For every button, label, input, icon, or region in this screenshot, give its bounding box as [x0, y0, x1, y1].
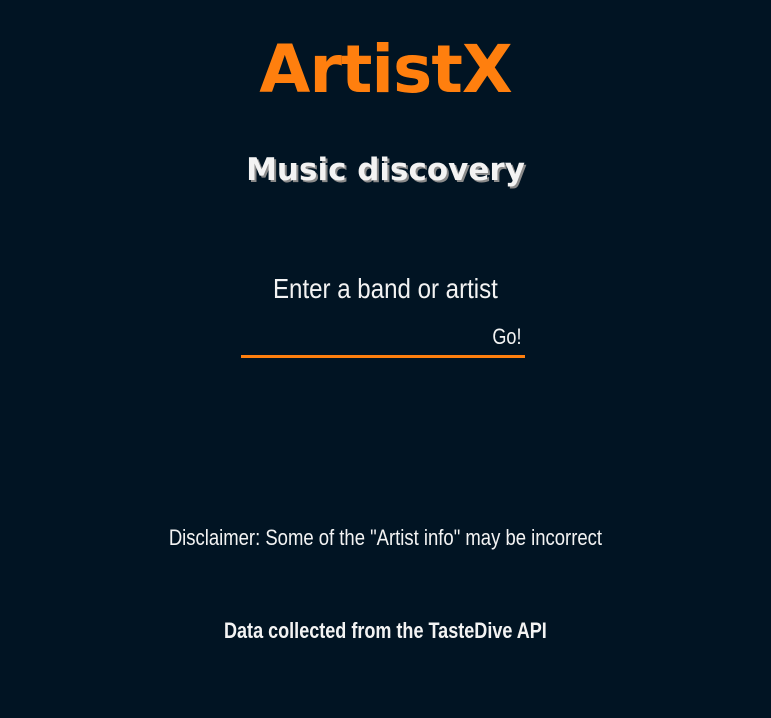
page-subtitle: Music discovery — [246, 152, 525, 188]
data-source-credit: Data collected from the TasteDive API — [223, 618, 547, 643]
search-label: Enter a band or artist — [272, 273, 498, 304]
search-bar: Go! — [241, 318, 525, 358]
app-logo: ArtistX — [259, 31, 513, 108]
artist-search-input[interactable] — [241, 318, 479, 355]
go-button[interactable]: Go! — [492, 320, 521, 354]
disclaimer-text: Disclaimer: Some of the "Artist info" ma… — [168, 525, 603, 550]
